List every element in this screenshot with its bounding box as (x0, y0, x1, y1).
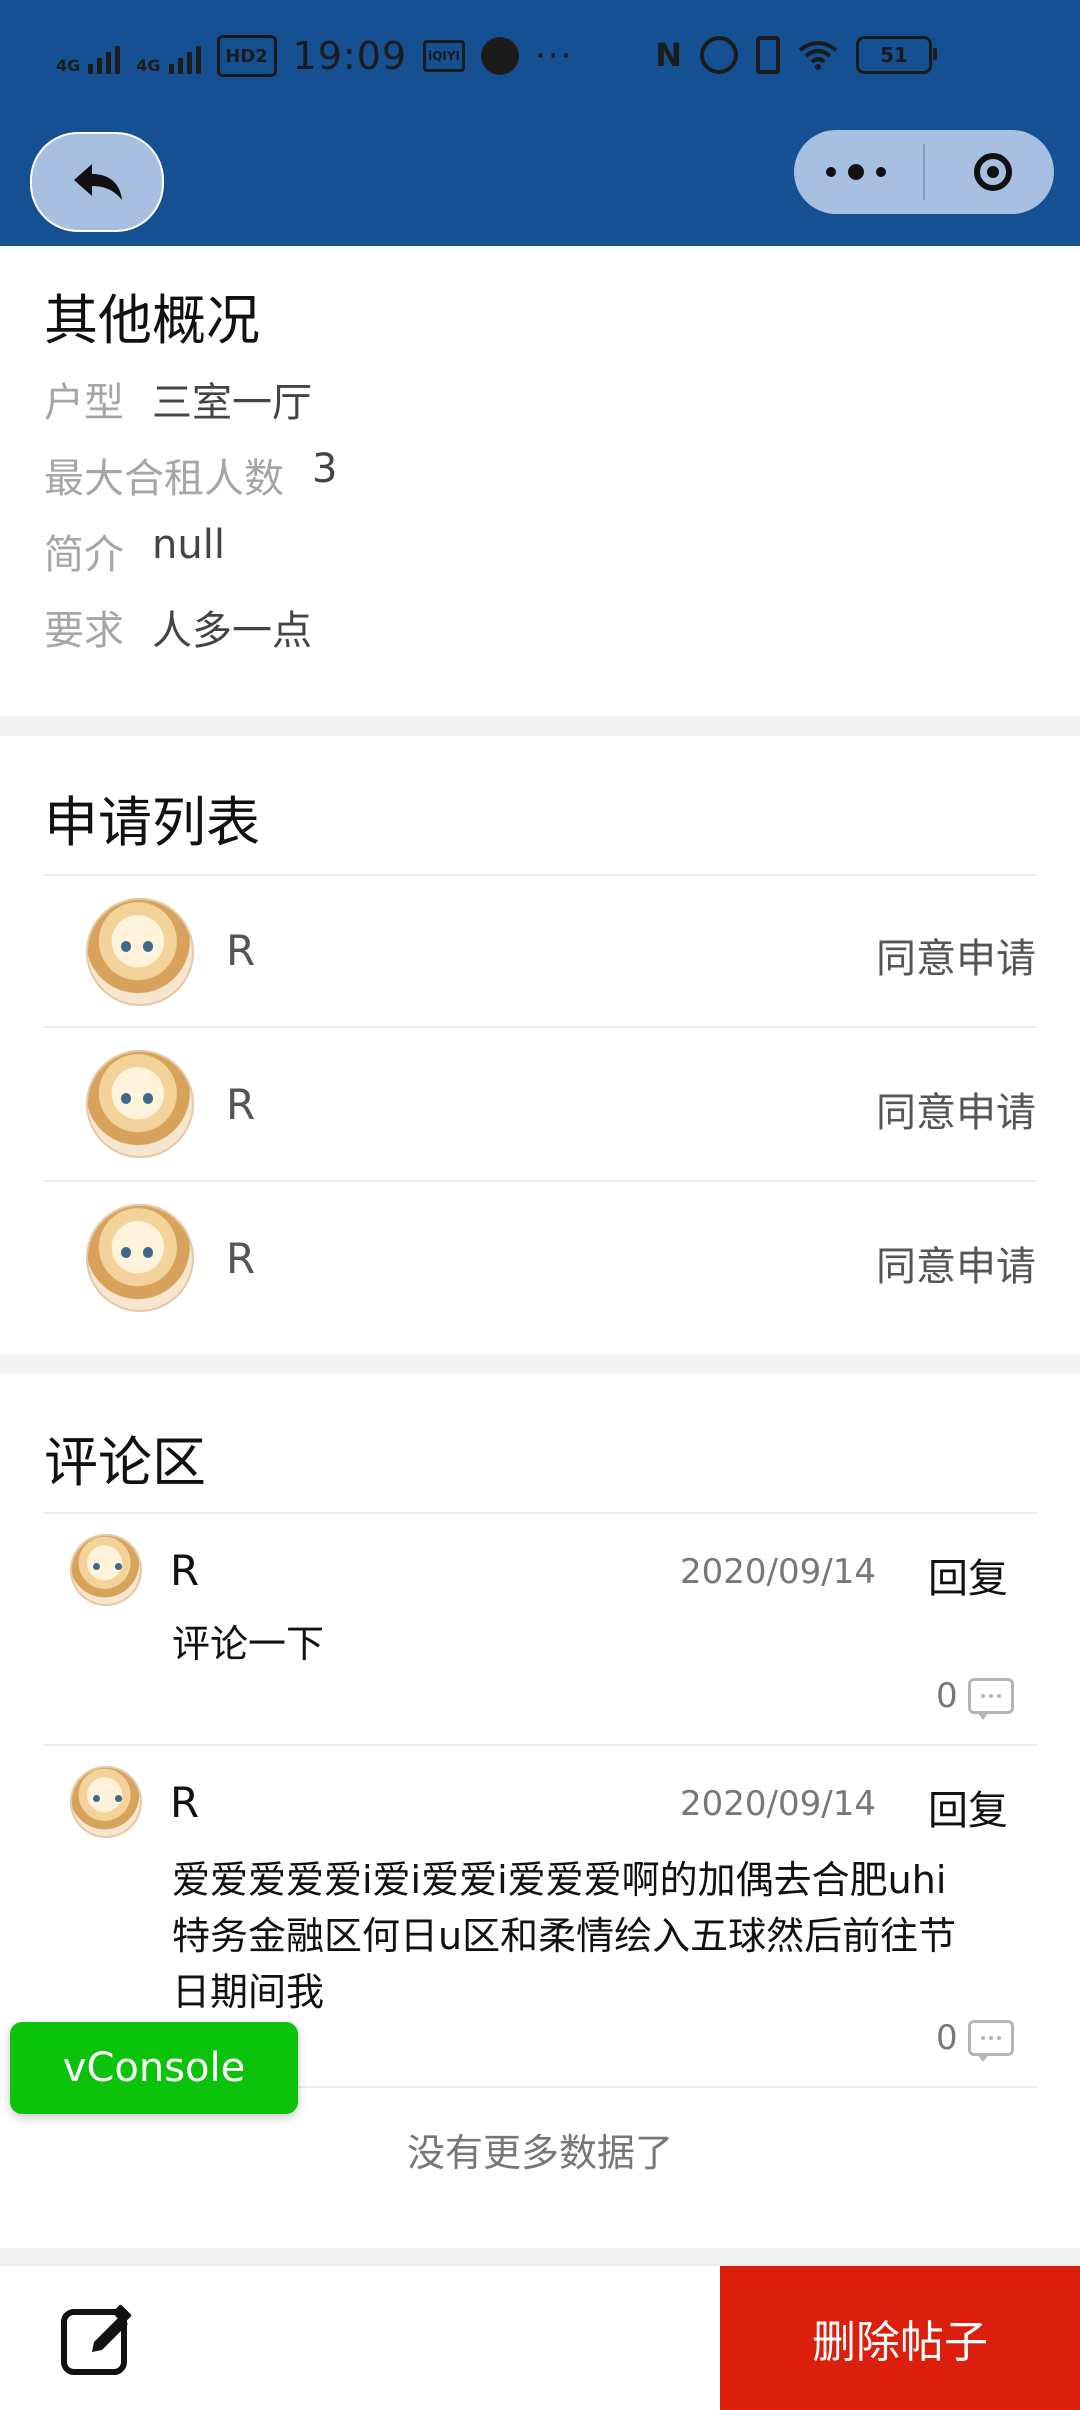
overview-row: 最大合租人数 3 (44, 446, 337, 504)
agree-application-button[interactable]: 同意申请 (876, 1234, 1036, 1292)
divider (44, 1026, 1037, 1028)
capsule-separator (923, 144, 925, 200)
avatar (70, 1534, 142, 1606)
overview-row: 简介 null (44, 522, 225, 580)
vibrate-icon (756, 36, 780, 74)
status-bar: 4G 4G HD2 19:09 iQIYI ··· N 51 (0, 0, 1080, 124)
no-more-data-label: 没有更多数据了 (406, 2131, 673, 2175)
applicant-name: R (226, 1080, 256, 1129)
comment-count-value: 0 (936, 2018, 958, 2058)
comment-text: 爱爱爱爱爱i爱i爱爱i爱爱爱啊的加偶去合肥uhi特务金融区何日u区和柔情绘入五球… (172, 1858, 957, 2014)
divider (44, 1512, 1037, 1514)
back-button[interactable] (30, 132, 164, 232)
network-type-1: 4G (56, 56, 81, 75)
overview-value: 三室一厅 (152, 380, 312, 426)
section-gap (0, 2248, 1080, 2264)
overview-value: null (152, 522, 225, 568)
avatar (86, 898, 194, 1006)
agree-application-button[interactable]: 同意申请 (876, 1080, 1036, 1138)
alarm-icon (700, 36, 738, 74)
comment-author: R (170, 1778, 200, 1827)
section-gap (0, 716, 1080, 736)
hd-icon: HD2 (216, 35, 277, 77)
comment-date: 2020/09/14 (680, 1784, 876, 1824)
comment-author: R (170, 1546, 200, 1595)
applicant-name: R (226, 1234, 256, 1283)
status-right: N 51 (655, 36, 937, 74)
divider (44, 1744, 1037, 1746)
status-left: 4G 4G HD2 19:09 iQIYI ··· (56, 34, 573, 78)
status-time: 19:09 (292, 34, 408, 78)
agree-application-button[interactable]: 同意申请 (876, 926, 1036, 984)
comment-count[interactable]: 0 (936, 1676, 1014, 1720)
more-dots-icon (825, 167, 836, 177)
divider (44, 874, 1037, 876)
iqiyi-icon: iQIYI (423, 40, 466, 72)
applications-title: 申请列表 (44, 791, 260, 854)
comments-title: 评论区 (44, 1431, 206, 1494)
comment-text: 评论一下 (172, 1622, 325, 1666)
applicant-name: R (226, 926, 256, 975)
network-type-2: 4G (136, 56, 161, 75)
wifi-icon (798, 41, 838, 70)
avatar (70, 1766, 142, 1838)
signal-icon-2: 4G (136, 38, 201, 75)
divider (44, 1180, 1037, 1182)
capsule-close-button[interactable] (931, 153, 1054, 191)
overview-title: 其他概况 (44, 289, 260, 352)
battery-icon: 51 (856, 36, 937, 74)
comment-date: 2020/09/14 (680, 1552, 876, 1592)
speed-gauge-icon (481, 37, 520, 75)
overview-row: 户型 三室一厅 (44, 370, 312, 428)
overview-key: 简介 (44, 532, 124, 578)
edit-icon (61, 2304, 132, 2375)
overview-key: 最大合租人数 (44, 456, 284, 502)
mini-program-capsule (794, 130, 1054, 214)
more-status-icon: ··· (535, 36, 574, 76)
comment-bubble-icon (967, 1678, 1014, 1720)
capsule-more-button[interactable] (794, 164, 917, 180)
target-ring-icon (973, 153, 1012, 191)
comment-count-value: 0 (936, 1676, 958, 1716)
overview-value: 人多一点 (152, 608, 312, 654)
overview-key: 户型 (44, 380, 124, 426)
reply-button[interactable]: 回复 (928, 1546, 1008, 1604)
avatar (86, 1050, 194, 1158)
back-arrow-icon (74, 164, 122, 200)
overview-row: 要求 人多一点 (44, 598, 312, 656)
overview-value: 3 (312, 446, 338, 492)
comment-count[interactable]: 0 (936, 2018, 1014, 2062)
bottom-bar: 删除帖子 (0, 2264, 1080, 2410)
top-bar: 4G 4G HD2 19:09 iQIYI ··· N 51 (0, 0, 1080, 246)
vconsole-button[interactable]: vConsole (10, 2022, 298, 2114)
nfc-icon: N (655, 36, 682, 74)
delete-post-button[interactable]: 删除帖子 (720, 2266, 1080, 2410)
overview-key: 要求 (44, 608, 124, 654)
section-gap (0, 1354, 1080, 1374)
reply-button[interactable]: 回复 (928, 1778, 1008, 1836)
edit-button[interactable] (58, 2298, 138, 2378)
avatar (86, 1204, 194, 1312)
signal-icon: 4G (56, 38, 121, 75)
comment-bubble-icon (967, 2020, 1014, 2062)
